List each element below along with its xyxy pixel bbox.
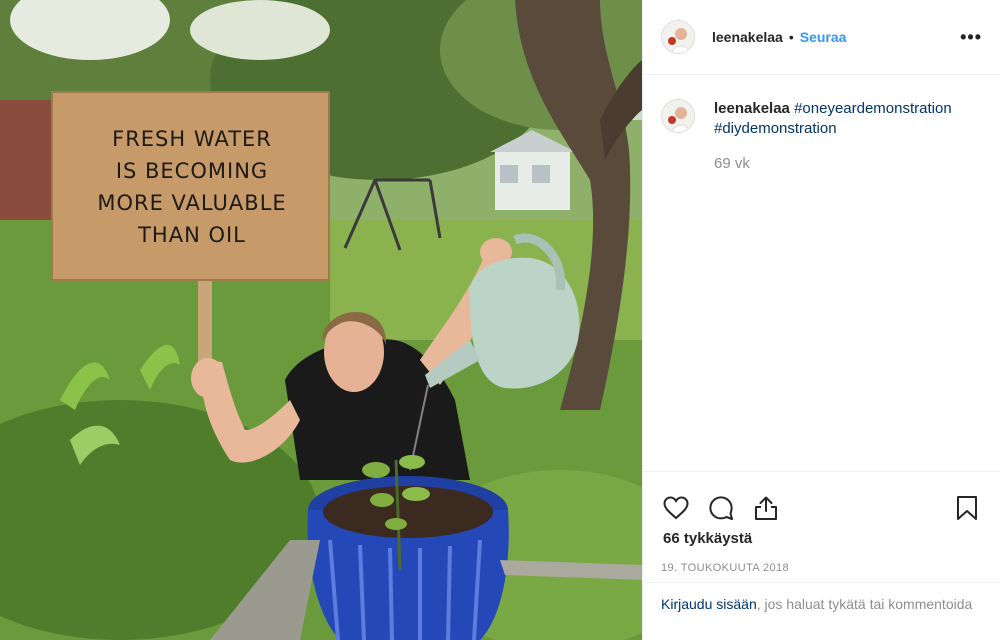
hashtag-link[interactable]: #diydemonstration	[714, 120, 837, 137]
bookmark-icon[interactable]	[952, 493, 982, 523]
likes-count[interactable]: 66 tykkäystä	[643, 530, 1000, 547]
sign-line: MORE VALUABLE	[97, 191, 287, 215]
sign: FRESH WATER IS BECOMING MORE VALUABLE TH…	[56, 96, 328, 278]
login-prompt: Kirjaudu sisään, jos haluat tykätä tai k…	[643, 582, 1000, 614]
action-icons	[643, 472, 1000, 530]
caption-text: leenakelaa #oneyeardemonstration #diydem…	[714, 99, 952, 139]
comment-icon[interactable]	[706, 493, 736, 523]
header-username[interactable]: leenakelaa	[712, 29, 783, 45]
caption-avatar[interactable]	[661, 99, 695, 133]
sign-text-lines: FRESH WATER IS BECOMING MORE VALUABLE TH…	[97, 125, 286, 249]
avatar[interactable]	[661, 20, 695, 54]
more-options-icon[interactable]: •••	[960, 28, 982, 46]
avatar-image	[662, 21, 694, 53]
follow-button[interactable]: Seuraa	[800, 29, 847, 45]
post-header: leenakelaa • Seuraa •••	[643, 0, 1000, 75]
post-photo[interactable]: FRESH WATER IS BECOMING MORE VALUABLE TH…	[0, 0, 642, 640]
sign-line: THAN OIL	[138, 223, 246, 247]
header-separator: •	[788, 29, 794, 45]
heart-icon[interactable]	[661, 493, 691, 523]
caption-body: leenakelaa #oneyeardemonstration #diydem…	[714, 99, 952, 174]
login-link[interactable]: Kirjaudu sisään	[661, 596, 757, 612]
post-side-panel: leenakelaa • Seuraa ••• leenakelaa #oney…	[642, 0, 1000, 640]
caption-timestamp[interactable]: 69 vk	[714, 154, 952, 174]
share-icon[interactable]	[751, 493, 781, 523]
caption-username[interactable]: leenakelaa	[714, 100, 790, 117]
sign-line: IS BECOMING	[115, 159, 269, 183]
caption: leenakelaa #oneyeardemonstration #diydem…	[643, 75, 1000, 174]
action-bar: 66 tykkäystä 19. TOUKOKUUTA 2018	[643, 471, 1000, 574]
hashtag-link[interactable]: #oneyeardemonstration	[794, 100, 952, 117]
sign-line: FRESH WATER	[112, 127, 272, 151]
avatar-image	[662, 100, 694, 132]
login-prompt-text: , jos haluat tykätä tai kommentoida	[756, 596, 973, 612]
post-date: 19. TOUKOKUUTA 2018	[661, 562, 790, 574]
